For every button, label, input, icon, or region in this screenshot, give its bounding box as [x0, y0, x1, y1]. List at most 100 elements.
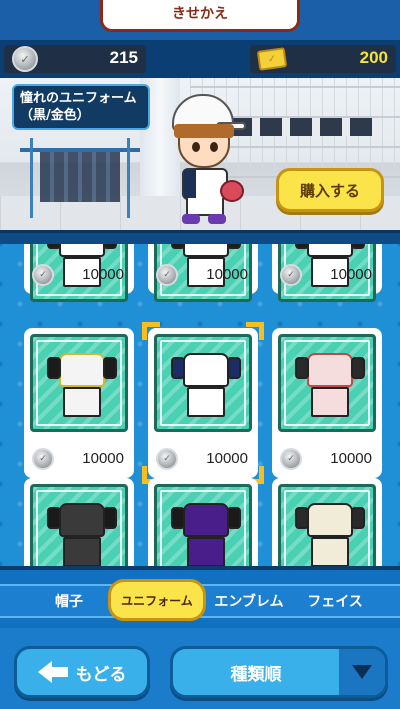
item-price: 10000: [206, 450, 248, 467]
uniform-shirt: [183, 244, 229, 257]
item-price: 10000: [82, 266, 124, 283]
uniform-preview: [171, 503, 241, 566]
item-card[interactable]: [148, 478, 258, 566]
uniform-shirt: [307, 503, 353, 537]
silver-coin-icon: ✓: [12, 46, 38, 72]
item-card[interactable]: [24, 478, 134, 566]
item-price: 10000: [206, 266, 248, 283]
uniform-preview: [47, 353, 117, 419]
item-price: 10000: [82, 450, 124, 467]
page-title: きせかえ: [100, 0, 300, 32]
item-card[interactable]: ✓ 10000: [148, 244, 258, 302]
gold-ticket-panel: ✓ 200: [250, 45, 396, 73]
item-card[interactable]: ✓ 10000: [142, 322, 264, 484]
uniform-sleeve-l: [295, 357, 309, 379]
tab-emblem[interactable]: エンブレム: [206, 584, 292, 618]
silver-coin-icon: ✓: [280, 448, 302, 470]
tab-face[interactable]: フェイス: [292, 584, 378, 618]
silver-coin-icon: ✓: [280, 264, 302, 286]
item-price: 10000: [330, 450, 372, 467]
item-card[interactable]: [272, 478, 382, 566]
uniform-shirt: [59, 503, 105, 537]
uniform-pants: [311, 387, 349, 417]
uniform-shirt: [307, 353, 353, 387]
character-eye-right: [210, 142, 218, 152]
ticket-icon: ✓: [256, 47, 288, 71]
price-row: ✓ 10000: [32, 264, 126, 288]
shoe-display: [230, 118, 380, 136]
uniform-shirt: [183, 353, 229, 387]
uniform-sleeve-r: [103, 357, 117, 379]
uniform-sleeve-r: [351, 244, 365, 249]
silver-coin-panel: ✓ 215: [4, 45, 146, 73]
currency-bar: ✓ 215 ✓ 200: [0, 40, 400, 78]
item-thumbnail: [30, 484, 128, 566]
gold-ticket-count: 200: [359, 48, 388, 67]
price-row: ✓ 10000: [156, 264, 250, 288]
tab-hat[interactable]: 帽子: [30, 584, 108, 618]
uniform-sleeve-r: [351, 357, 365, 379]
uniform-pants: [187, 387, 225, 417]
tab-uniform[interactable]: ユニフォーム: [108, 579, 206, 621]
uniform-sleeve-l: [171, 507, 185, 529]
uniform-sleeve-r: [227, 244, 241, 249]
item-price: 10000: [330, 266, 372, 283]
silver-coin-count: 215: [109, 48, 138, 67]
character-hair: [174, 124, 234, 138]
uniform-sleeve-r: [103, 507, 117, 529]
uniform-pants: [63, 387, 101, 417]
back-button-label: もどる: [75, 664, 127, 685]
character-shoe-right: [208, 214, 226, 224]
selection-corner: [246, 322, 264, 340]
price-row: ✓ 10000: [32, 448, 126, 472]
selection-corner: [142, 322, 160, 340]
baseball-glove: [220, 180, 244, 202]
sort-dropdown[interactable]: 種類順: [170, 646, 388, 698]
item-grid[interactable]: ✓ 10000 ✓ 10000 ✓ 10000 ✓ 10000 ✓ 10000 ✓ 10000: [0, 244, 400, 566]
sort-dropdown-label: 種類順: [230, 664, 282, 685]
uniform-pants: [187, 537, 225, 566]
item-thumbnail: [278, 484, 376, 566]
title-bar: きせかえ: [0, 0, 400, 40]
back-arrow-icon: [37, 661, 68, 683]
sort-dropdown-toggle[interactable]: [339, 649, 385, 695]
uniform-preview: [295, 503, 365, 566]
uniform-shirt: [59, 353, 105, 387]
item-card[interactable]: ✓ 10000: [24, 328, 134, 478]
item-card[interactable]: ✓ 10000: [24, 244, 134, 302]
price-row: ✓ 10000: [156, 448, 250, 472]
uniform-sleeve-l: [171, 357, 185, 379]
uniform-sleeve-l: [295, 507, 309, 529]
uniform-preview: [47, 503, 117, 566]
uniform-preview: [295, 353, 365, 419]
uniform-sleeve-l: [47, 507, 61, 529]
player-character: [160, 90, 250, 226]
uniform-sleeve-r: [227, 357, 241, 379]
item-card[interactable]: ✓ 10000: [272, 328, 382, 478]
uniform-shirt: [183, 503, 229, 537]
chevron-down-icon: [352, 665, 372, 679]
character-eye-left: [192, 142, 200, 152]
uniform-shirt: [307, 244, 353, 257]
selected-item-name: 憧れのユニフォーム（黒/金色）: [12, 84, 150, 130]
item-thumbnail: [154, 334, 252, 432]
uniform-pants: [311, 537, 349, 566]
uniform-pants: [63, 537, 101, 566]
item-card[interactable]: ✓ 10000: [272, 244, 382, 302]
silver-coin-icon: ✓: [32, 264, 54, 286]
item-thumbnail: [278, 334, 376, 432]
price-row: ✓ 10000: [280, 448, 374, 472]
bottom-bar: もどる 種類順: [0, 628, 400, 709]
uniform-sleeve-r: [351, 507, 365, 529]
uniform-sleeve-l: [295, 244, 309, 249]
price-row: ✓ 10000: [280, 264, 374, 288]
uniform-sleeve-l: [47, 244, 61, 249]
uniform-shirt: [59, 244, 105, 257]
uniform-sleeve-r: [103, 244, 117, 249]
back-button[interactable]: もどる: [14, 646, 150, 698]
buy-button[interactable]: 購入する: [276, 168, 384, 212]
character-shoe-left: [182, 214, 200, 224]
clothing-rack: [30, 138, 130, 218]
uniform-sleeve-r: [227, 507, 241, 529]
section-divider: [0, 230, 400, 244]
